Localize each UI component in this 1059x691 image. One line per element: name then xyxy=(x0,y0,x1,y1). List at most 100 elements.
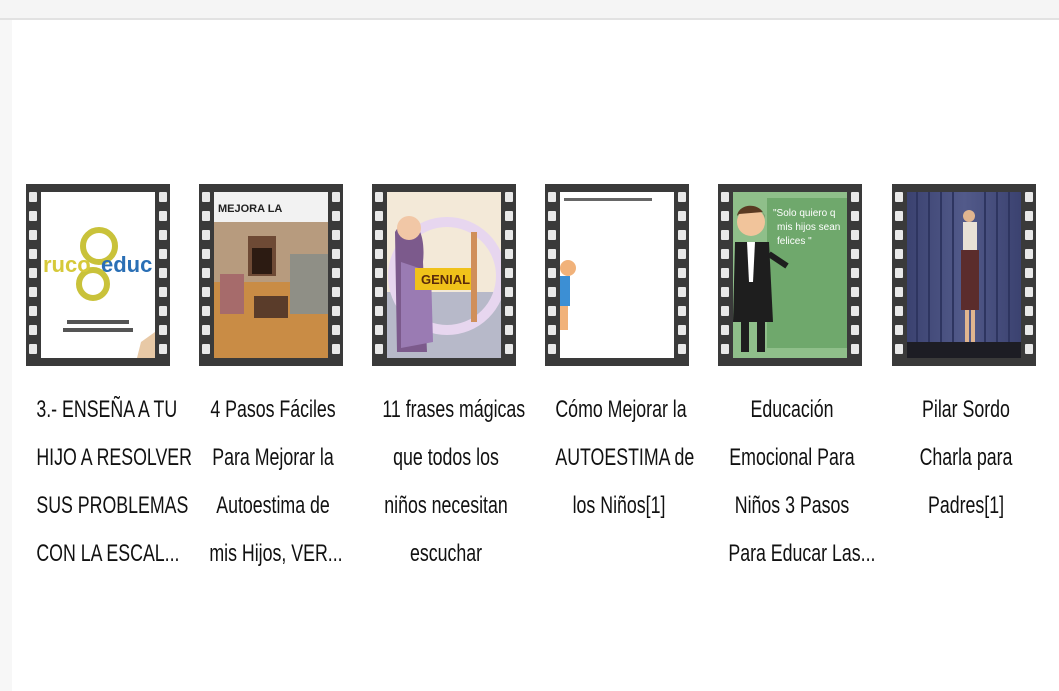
film-sprocket-hole xyxy=(505,211,513,221)
film-sprocket-hole xyxy=(548,344,556,354)
film-sprocket-hole xyxy=(851,325,859,335)
file-item-como-mejorar-autoestima[interactable]: Cómo Mejorar la AUTOESTIMA de los Niños[… xyxy=(543,184,703,584)
film-sprocket-hole xyxy=(375,325,383,335)
thumb-genial-text: GENIAL xyxy=(421,272,470,287)
film-sprocket-hole xyxy=(1025,192,1033,202)
file-explorer-window: ruco educ 3.- ENSEÑA A TU HIJO A RESOLVE… xyxy=(0,0,1059,691)
film-sprocket-hole xyxy=(29,211,37,221)
file-name-line: Cómo Mejorar la xyxy=(555,396,687,423)
film-sprocket-hole xyxy=(375,344,383,354)
film-sprocket-hole xyxy=(1025,230,1033,240)
video-frame: GENIAL xyxy=(387,192,501,358)
film-sprocket-hole xyxy=(895,268,903,278)
film-strip-edge xyxy=(718,184,732,366)
film-sprocket-hole xyxy=(851,268,859,278)
film-sprocket-hole xyxy=(721,306,729,316)
file-name: Educación Emocional Para Niños 3 Pasos P… xyxy=(728,386,875,578)
file-name-line: Educación xyxy=(750,396,834,423)
film-sprocket-hole xyxy=(332,211,340,221)
film-sprocket-hole xyxy=(1025,287,1033,297)
film-sprocket-hole xyxy=(895,306,903,316)
file-name-line: 11 frases mágicas xyxy=(382,396,526,423)
file-item-educacion-emocional[interactable]: "Solo quiero q mis hijos sean felices " … xyxy=(716,184,876,584)
film-sprocket-hole xyxy=(159,211,167,221)
film-sprocket-hole xyxy=(678,344,686,354)
film-sprocket-hole xyxy=(1025,268,1033,278)
film-sprocket-hole xyxy=(851,192,859,202)
film-strip-edge xyxy=(199,184,213,366)
file-name-line: escuchar xyxy=(409,540,483,567)
video-frame: MEJORA LA xyxy=(214,192,328,358)
film-sprocket-hole xyxy=(721,230,729,240)
film-sprocket-hole xyxy=(548,192,556,202)
thumb-quote-line-2: mis hijos sean xyxy=(777,222,840,233)
file-name-line: Padres[1] xyxy=(927,492,1005,519)
video-thumbnail xyxy=(545,184,689,366)
film-strip-edge xyxy=(545,184,559,366)
film-sprocket-hole xyxy=(851,306,859,316)
film-sprocket-hole xyxy=(375,268,383,278)
film-sprocket-hole xyxy=(505,325,513,335)
film-sprocket-hole xyxy=(895,230,903,240)
film-sprocket-hole xyxy=(332,268,340,278)
video-thumbnail xyxy=(892,184,1036,366)
film-sprocket-hole xyxy=(332,230,340,240)
film-sprocket-hole xyxy=(895,287,903,297)
film-sprocket-hole xyxy=(505,192,513,202)
film-sprocket-hole xyxy=(548,306,556,316)
file-name-line: Niños 3 Pasos xyxy=(734,492,850,519)
film-sprocket-hole xyxy=(1025,306,1033,316)
film-sprocket-hole xyxy=(29,306,37,316)
file-name: Cómo Mejorar la AUTOESTIMA de los Niños[… xyxy=(555,386,695,530)
video-thumbnail: MEJORA LA xyxy=(199,184,343,366)
film-sprocket-hole xyxy=(851,287,859,297)
file-name-line: Autoestima de xyxy=(216,492,330,519)
film-sprocket-hole xyxy=(375,211,383,221)
film-strip-edge xyxy=(502,184,516,366)
film-sprocket-hole xyxy=(721,192,729,202)
video-thumbnail: ruco educ xyxy=(26,184,170,366)
film-sprocket-hole xyxy=(895,325,903,335)
film-sprocket-hole xyxy=(851,344,859,354)
film-sprocket-hole xyxy=(678,230,686,240)
film-sprocket-hole xyxy=(721,325,729,335)
file-name-line: los Niños[1] xyxy=(572,492,666,519)
file-name-line: mis Hijos, VER... xyxy=(209,540,343,567)
file-name: 3.- ENSEÑA A TU HIJO A RESOLVER SUS PROB… xyxy=(36,386,192,578)
film-sprocket-hole xyxy=(895,249,903,259)
film-strip-edge xyxy=(892,184,906,366)
film-strip-edge xyxy=(26,184,40,366)
film-sprocket-hole xyxy=(851,211,859,221)
file-name-line: CON LA ESCAL... xyxy=(36,540,180,567)
file-item-4-pasos-faciles[interactable]: MEJORA LA 4 Pasos Fáciles Para Mejorar l… xyxy=(197,184,357,584)
film-sprocket-hole xyxy=(851,230,859,240)
file-item-pilar-sordo[interactable]: Pilar Sordo Charla para Padres[1] xyxy=(890,184,1050,584)
file-name-line: que todos los xyxy=(393,444,499,471)
file-item-ensena-a-tu-hijo[interactable]: ruco educ 3.- ENSEÑA A TU HIJO A RESOLVE… xyxy=(24,184,192,584)
file-item-11-frases-magicas[interactable]: GENIAL 11 frases mágicas que todos los n… xyxy=(370,184,530,584)
film-sprocket-hole xyxy=(332,249,340,259)
film-sprocket-hole xyxy=(1025,325,1033,335)
film-sprocket-hole xyxy=(505,268,513,278)
film-sprocket-hole xyxy=(202,306,210,316)
film-strip-edge xyxy=(675,184,689,366)
file-name: 4 Pasos Fáciles Para Mejorar la Autoesti… xyxy=(209,386,343,578)
thumb-quote-line-1: "Solo quiero q xyxy=(773,208,835,219)
file-name-line: AUTOESTIMA de xyxy=(555,444,695,471)
film-sprocket-hole xyxy=(505,287,513,297)
film-sprocket-hole xyxy=(202,344,210,354)
film-sprocket-hole xyxy=(202,211,210,221)
film-sprocket-hole xyxy=(548,230,556,240)
film-sprocket-hole xyxy=(29,249,37,259)
film-sprocket-hole xyxy=(548,268,556,278)
film-sprocket-hole xyxy=(332,306,340,316)
thumb-quote-line-3: felices " xyxy=(777,236,812,247)
film-sprocket-hole xyxy=(548,211,556,221)
file-name-line: 4 Pasos Fáciles xyxy=(210,396,336,423)
file-name-line: Emocional Para xyxy=(729,444,855,471)
file-name: 11 frases mágicas que todos los niños ne… xyxy=(382,386,526,578)
film-sprocket-hole xyxy=(332,287,340,297)
film-sprocket-hole xyxy=(159,306,167,316)
film-sprocket-hole xyxy=(202,192,210,202)
file-name: Pilar Sordo Charla para Padres[1] xyxy=(902,386,1029,530)
